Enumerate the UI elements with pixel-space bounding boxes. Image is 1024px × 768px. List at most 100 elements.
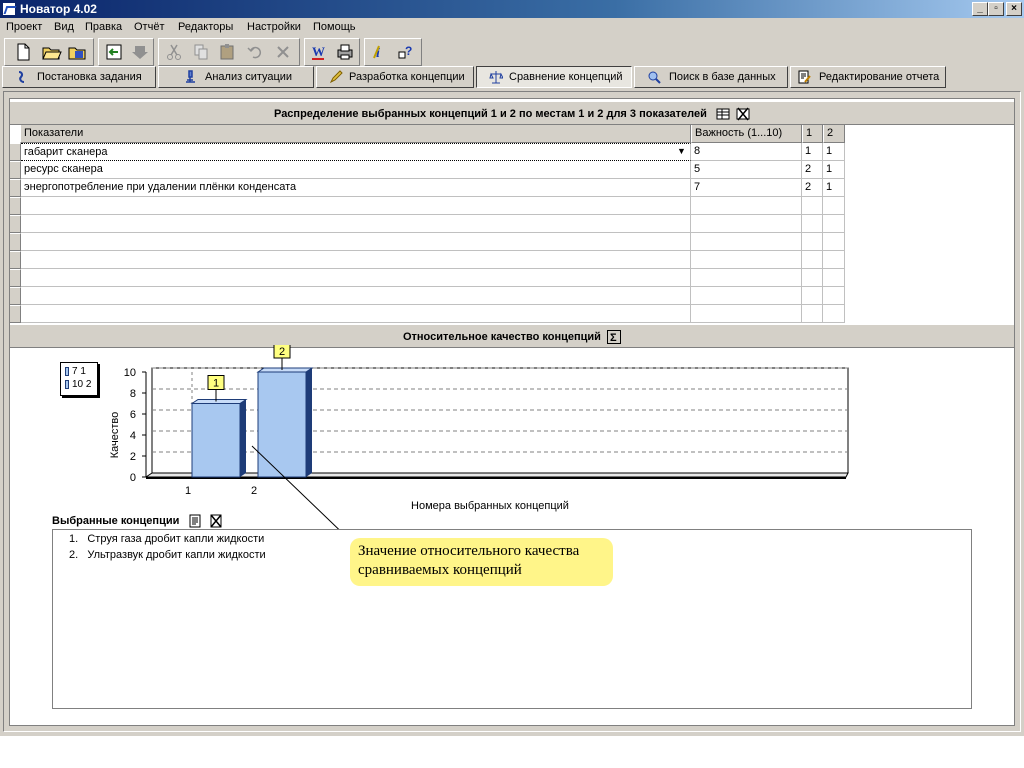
- cell-importance[interactable]: 7: [691, 179, 802, 197]
- print-icon[interactable]: [334, 41, 356, 63]
- row-indicator[interactable]: [10, 197, 21, 215]
- empty-cell[interactable]: [691, 287, 802, 305]
- empty-cell[interactable]: [823, 287, 845, 305]
- dropdown-arrow-icon[interactable]: ▼: [677, 146, 689, 158]
- empty-cell[interactable]: [802, 305, 823, 323]
- menu-project[interactable]: Проект: [6, 21, 42, 33]
- empty-cell[interactable]: [802, 251, 823, 269]
- table-settings-icon[interactable]: [716, 107, 730, 121]
- database-search-icon: [648, 71, 661, 84]
- column-header-importance[interactable]: Важность (1...10): [691, 125, 802, 143]
- row-indicator[interactable]: [10, 215, 21, 233]
- paste-icon: [216, 41, 238, 63]
- chart-y-axis-label: Качество: [109, 412, 121, 459]
- open-folder-icon[interactable]: [40, 41, 62, 63]
- sum-icon[interactable]: Σ: [607, 330, 622, 345]
- cell-concept-1[interactable]: 2: [802, 161, 823, 179]
- empty-cell[interactable]: [691, 197, 802, 215]
- column-header-indicators[interactable]: Показатели: [20, 125, 691, 143]
- close-button[interactable]: ×: [1006, 2, 1022, 16]
- menu-editors[interactable]: Редакторы: [178, 21, 233, 33]
- restore-button[interactable]: ▫: [988, 2, 1004, 16]
- row-indicator[interactable]: [10, 233, 21, 251]
- chart-x-tick-label: 1: [185, 485, 191, 497]
- empty-cell[interactable]: [691, 305, 802, 323]
- empty-cell[interactable]: [823, 305, 845, 323]
- tab-database-search[interactable]: Поиск в базе данных: [634, 66, 788, 88]
- menu-help[interactable]: Помощь: [313, 21, 356, 33]
- empty-cell[interactable]: [802, 233, 823, 251]
- cell-indicator[interactable]: габарит сканера: [21, 143, 691, 161]
- cell-concept-1[interactable]: 1: [802, 143, 823, 161]
- empty-cell[interactable]: [21, 251, 691, 269]
- insert-disabled-icon: [129, 41, 151, 63]
- cell-concept-1[interactable]: 2: [802, 179, 823, 197]
- empty-cell[interactable]: [823, 251, 845, 269]
- back-icon[interactable]: [103, 41, 125, 63]
- row-indicator[interactable]: [10, 287, 21, 305]
- menu-view[interactable]: Вид: [54, 21, 74, 33]
- empty-cell[interactable]: [21, 305, 691, 323]
- tab-concept-comparison[interactable]: Сравнение концепций: [476, 66, 632, 88]
- column-header-concept-1[interactable]: 1: [802, 125, 823, 143]
- cell-indicator[interactable]: ресурс сканера: [21, 161, 691, 179]
- info-icon[interactable]: i: [370, 41, 392, 63]
- empty-cell[interactable]: [691, 269, 802, 287]
- list-edit-icon[interactable]: [188, 514, 202, 528]
- save-folder-icon[interactable]: [66, 41, 88, 63]
- column-header-concept-2[interactable]: 2: [823, 125, 845, 143]
- empty-cell[interactable]: [691, 251, 802, 269]
- empty-cell[interactable]: [823, 215, 845, 233]
- menu-report[interactable]: Отчёт: [134, 21, 164, 33]
- minimize-button[interactable]: _: [972, 2, 988, 16]
- annotation-callout: Значение относительного качества сравнив…: [350, 538, 613, 586]
- distribution-title: Распределение выбранных концепций 1 и 2 …: [274, 108, 707, 120]
- row-indicator[interactable]: [10, 269, 21, 287]
- empty-cell[interactable]: [21, 233, 691, 251]
- help-icon[interactable]: ?: [396, 41, 418, 63]
- empty-cell[interactable]: [823, 269, 845, 287]
- row-indicator[interactable]: [10, 251, 21, 269]
- empty-cell[interactable]: [691, 233, 802, 251]
- empty-cell[interactable]: [21, 269, 691, 287]
- cell-concept-2[interactable]: 1: [823, 179, 845, 197]
- empty-cell[interactable]: [802, 269, 823, 287]
- menu-settings[interactable]: Настройки: [247, 21, 301, 33]
- word-export-icon[interactable]: W: [308, 41, 330, 63]
- empty-cell[interactable]: [802, 287, 823, 305]
- tab-concept-development[interactable]: Разработка концепции: [316, 66, 474, 88]
- status-bar: [0, 736, 1024, 768]
- chart-data-label: 1: [213, 378, 219, 390]
- list-item[interactable]: 2. Ультразвук дробит капли жидкости: [69, 549, 266, 561]
- cell-indicator[interactable]: энергопотребление при удалении плёнки ко…: [21, 179, 691, 197]
- tab-task-setup[interactable]: Постановка задания: [2, 66, 156, 88]
- empty-cell[interactable]: [823, 197, 845, 215]
- empty-cell[interactable]: [802, 197, 823, 215]
- empty-cell[interactable]: [21, 287, 691, 305]
- legend-label: 10 2: [72, 379, 92, 390]
- tab-report-editing[interactable]: Редактирование отчета: [790, 66, 946, 88]
- empty-cell[interactable]: [691, 215, 802, 233]
- row-indicator[interactable]: [10, 305, 21, 323]
- list-item[interactable]: 1. Струя газа дробит капли жидкости: [69, 533, 264, 545]
- empty-cell[interactable]: [21, 215, 691, 233]
- pencil-icon: [329, 70, 343, 84]
- list-clear-icon[interactable]: [209, 514, 223, 528]
- cell-concept-2[interactable]: 1: [823, 161, 845, 179]
- menu-edit[interactable]: Правка: [85, 21, 122, 33]
- empty-cell[interactable]: [21, 197, 691, 215]
- undo-icon: [244, 41, 266, 63]
- chart-bar-top: [256, 367, 314, 373]
- empty-cell[interactable]: [823, 233, 845, 251]
- cell-concept-2[interactable]: 1: [823, 143, 845, 161]
- tab-situation-analysis[interactable]: Анализ ситуации: [158, 66, 314, 88]
- new-file-icon[interactable]: [12, 41, 34, 63]
- empty-cell[interactable]: [802, 215, 823, 233]
- row-indicator[interactable]: [10, 161, 21, 179]
- row-indicator[interactable]: [10, 143, 21, 161]
- chart-y-tick-label: 0: [130, 472, 136, 484]
- cell-importance[interactable]: 5: [691, 161, 802, 179]
- row-indicator[interactable]: [10, 179, 21, 197]
- cell-importance[interactable]: 8: [691, 143, 802, 161]
- table-clear-icon[interactable]: [736, 107, 750, 121]
